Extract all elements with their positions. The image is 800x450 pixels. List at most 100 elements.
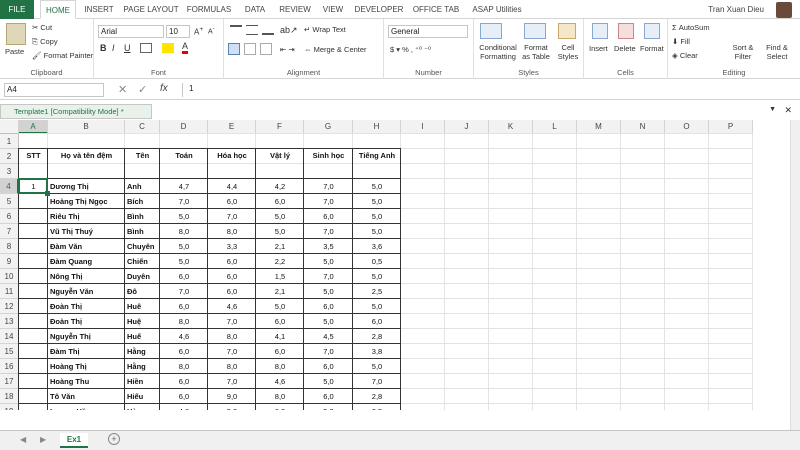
table-cell[interactable]: 6,0 <box>306 362 351 371</box>
cell-styles-button[interactable]: Cell Styles <box>554 43 582 61</box>
table-cell[interactable]: 2,8 <box>355 332 399 341</box>
table-cell[interactable]: 7,0 <box>210 377 254 386</box>
number-format-icons[interactable]: $ ▾ % , ⁺⁰ ⁻⁰ <box>390 45 431 54</box>
tab-page-layout[interactable]: PAGE LAYOUT <box>122 0 180 19</box>
table-cell[interactable]: 4,6 <box>258 377 302 386</box>
merge-center-button[interactable]: ⇔ Merge & Center <box>304 45 367 54</box>
table-cell[interactable]: 5,0 <box>355 272 399 281</box>
tab-insert[interactable]: INSERT <box>80 0 118 19</box>
format-button[interactable]: Format <box>640 44 664 53</box>
table-cell[interactable]: Đàm Thị <box>50 347 123 356</box>
add-sheet-icon[interactable]: + <box>108 433 120 445</box>
table-header-cell[interactable]: Sinh học <box>304 151 353 160</box>
table-cell[interactable]: 6,0 <box>258 407 302 410</box>
bold-button[interactable]: B <box>100 43 107 53</box>
row-header-5[interactable]: 5 <box>0 194 19 209</box>
paste-icon[interactable] <box>6 23 26 45</box>
table-cell[interactable]: 8,0 <box>258 392 302 401</box>
table-cell[interactable]: 2,1 <box>258 287 302 296</box>
font-size-select[interactable]: 10 <box>166 25 190 38</box>
orientation-icon[interactable]: ab↗ <box>280 25 298 36</box>
table-cell[interactable]: 6,0 <box>162 347 206 356</box>
table-cell[interactable]: 6,0 <box>162 392 206 401</box>
table-cell[interactable]: 4,6 <box>162 407 206 410</box>
column-header-n[interactable]: N <box>621 120 665 134</box>
table-cell[interactable]: 4,5 <box>306 332 351 341</box>
tab-list-icon[interactable]: ▼ <box>769 106 776 113</box>
table-cell[interactable]: 4,4 <box>210 182 254 191</box>
table-cell[interactable]: Hằng <box>127 362 158 371</box>
table-cell[interactable]: 6,0 <box>162 302 206 311</box>
row-header-11[interactable]: 11 <box>0 284 19 299</box>
table-header-cell[interactable]: Vật lý <box>256 151 304 160</box>
row-header-9[interactable]: 9 <box>0 254 19 269</box>
table-cell[interactable]: 5,0 <box>355 212 399 221</box>
table-cell[interactable]: 6,0 <box>210 287 254 296</box>
table-cell[interactable]: 5,0 <box>306 407 351 410</box>
table-cell[interactable]: 2,8 <box>355 392 399 401</box>
row-header-4[interactable]: 4 <box>0 179 19 194</box>
tab-developer[interactable]: DEVELOPER <box>352 0 406 19</box>
table-cell[interactable]: 8,0 <box>210 227 254 236</box>
workbook-tab[interactable]: Template1 [Compatibility Mode] * <box>0 104 152 119</box>
indent-icons[interactable]: ⇤ ⇥ <box>280 45 295 54</box>
table-cell[interactable]: 5,0 <box>306 287 351 296</box>
row-header-10[interactable]: 10 <box>0 269 19 284</box>
vertical-scrollbar[interactable] <box>790 120 800 430</box>
format-table-icon[interactable] <box>524 23 546 39</box>
worksheet-grid[interactable]: A B C D E F G H I J K L M N O P 1 2 3 4 5 6 7 8 9 10 11 12 13 14 15 16 1… <box>0 120 790 410</box>
align-middle-icon[interactable] <box>246 25 258 35</box>
table-cell[interactable]: 4,6 <box>162 332 206 341</box>
select-all-corner[interactable] <box>0 120 19 134</box>
table-header-cell[interactable]: Toán <box>160 151 208 160</box>
table-cell[interactable]: 7,0 <box>162 287 206 296</box>
table-cell[interactable]: 7,0 <box>306 182 351 191</box>
table-cell[interactable]: 5,0 <box>306 317 351 326</box>
align-bottom-icon[interactable] <box>262 25 274 35</box>
sheet-tab-ex1[interactable]: Ex1 <box>60 433 88 448</box>
table-cell[interactable]: Đoàn Thị <box>50 302 123 311</box>
column-header-l[interactable]: L <box>533 120 577 134</box>
table-cell[interactable]: 5,0 <box>162 212 206 221</box>
table-cell[interactable]: Lương Văn <box>50 407 123 410</box>
table-cell[interactable]: 2,1 <box>258 242 302 251</box>
row-header-18[interactable]: 18 <box>0 389 19 404</box>
delete-icon[interactable] <box>618 23 634 39</box>
wrap-text-button[interactable]: ↵ Wrap Text <box>304 25 346 34</box>
table-cell[interactable]: 8,0 <box>162 362 206 371</box>
column-header-m[interactable]: M <box>577 120 621 134</box>
sheet-prev-icon[interactable]: ◀ <box>20 435 26 444</box>
column-header-c[interactable]: C <box>125 120 160 134</box>
column-header-f[interactable]: F <box>256 120 304 134</box>
tab-file[interactable]: FILE <box>0 0 34 19</box>
table-header-cell[interactable]: Tên <box>125 151 160 160</box>
table-cell[interactable]: 8,0 <box>162 317 206 326</box>
row-header-2[interactable]: 2 <box>0 149 19 164</box>
table-cell[interactable]: 4,2 <box>258 182 302 191</box>
row-header-6[interactable]: 6 <box>0 209 19 224</box>
table-cell[interactable]: 3,6 <box>355 242 399 251</box>
table-cell[interactable]: 7,0 <box>306 272 351 281</box>
active-cell-selection[interactable] <box>18 178 48 194</box>
fill-handle[interactable] <box>45 191 50 196</box>
table-cell[interactable]: 7,0 <box>210 317 254 326</box>
table-cell[interactable]: 6,0 <box>162 272 206 281</box>
align-center-icon[interactable] <box>244 43 256 55</box>
table-cell[interactable]: 3,8 <box>355 347 399 356</box>
italic-button[interactable]: I <box>112 43 115 53</box>
tab-data[interactable]: DATA <box>238 0 272 19</box>
font-color-icon[interactable]: A <box>182 41 189 54</box>
table-cell[interactable]: 1,5 <box>258 272 302 281</box>
table-cell[interactable]: 2,5 <box>355 407 399 410</box>
table-cell[interactable]: 5,0 <box>162 257 206 266</box>
table-header-cell[interactable]: Hóa học <box>208 151 256 160</box>
table-cell[interactable]: Huê <box>127 302 158 311</box>
table-cell[interactable]: Hiền <box>127 377 158 386</box>
row-header-13[interactable]: 13 <box>0 314 19 329</box>
table-cell[interactable]: Dương Thị <box>50 182 123 191</box>
table-cell[interactable]: 5,0 <box>162 242 206 251</box>
table-cell[interactable]: Huế <box>127 332 158 341</box>
table-cell[interactable]: 6,0 <box>306 302 351 311</box>
table-cell[interactable]: 5,0 <box>258 302 302 311</box>
table-cell[interactable]: 8,0 <box>162 227 206 236</box>
